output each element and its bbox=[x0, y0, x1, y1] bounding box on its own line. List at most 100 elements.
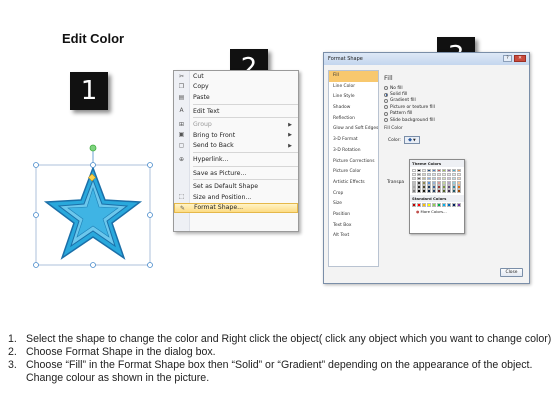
menu-item-set-as-default-shape[interactable]: Set as Default Shape bbox=[174, 181, 298, 192]
color-swatch[interactable] bbox=[446, 181, 452, 185]
color-swatch[interactable] bbox=[456, 172, 462, 177]
color-swatch[interactable] bbox=[416, 181, 422, 185]
color-swatch[interactable] bbox=[446, 168, 452, 173]
nav-item-artistic-effects[interactable]: Artistic Effects bbox=[329, 178, 378, 189]
color-swatch[interactable] bbox=[446, 185, 452, 189]
nav-item-crop[interactable]: Crop bbox=[329, 189, 378, 200]
selected-star-shape[interactable] bbox=[28, 140, 158, 270]
color-swatch[interactable] bbox=[441, 189, 447, 194]
color-swatch[interactable] bbox=[421, 189, 427, 194]
menu-item-send-to-back[interactable]: ▢ Send to Back ▶ bbox=[174, 141, 298, 152]
fill-option-slide-background-fill[interactable]: Slide background fill bbox=[384, 117, 527, 123]
nav-item-text-box[interactable]: Text Box bbox=[329, 221, 378, 232]
nav-item-line-style[interactable]: Line Style bbox=[329, 92, 378, 103]
radio-button[interactable] bbox=[384, 86, 388, 91]
color-swatch[interactable] bbox=[446, 176, 452, 181]
nav-item-picture-corrections[interactable]: Picture Corrections bbox=[329, 157, 378, 168]
radio-button[interactable] bbox=[384, 92, 388, 97]
nav-item-reflection[interactable]: Reflection bbox=[329, 114, 378, 125]
menu-item-bring-to-front[interactable]: ▣ Bring to Front ▶ bbox=[174, 130, 298, 141]
color-swatch[interactable] bbox=[431, 203, 437, 207]
color-swatch[interactable] bbox=[436, 172, 442, 177]
color-swatch[interactable] bbox=[412, 176, 417, 181]
color-swatch[interactable] bbox=[416, 189, 422, 194]
color-swatch[interactable] bbox=[441, 172, 447, 177]
color-swatch[interactable] bbox=[436, 185, 442, 189]
color-swatch[interactable] bbox=[426, 185, 432, 189]
color-swatch[interactable] bbox=[431, 176, 437, 181]
close-button[interactable]: Close bbox=[500, 268, 523, 277]
color-swatch[interactable] bbox=[416, 203, 422, 207]
radio-button[interactable] bbox=[384, 98, 388, 103]
color-swatch[interactable] bbox=[451, 203, 457, 207]
color-swatch[interactable] bbox=[431, 181, 437, 185]
color-swatch[interactable] bbox=[456, 185, 462, 189]
color-swatch[interactable] bbox=[416, 185, 422, 189]
color-swatch[interactable] bbox=[441, 176, 447, 181]
color-swatch[interactable] bbox=[426, 181, 432, 185]
star-graphic[interactable] bbox=[28, 140, 158, 270]
color-swatch[interactable] bbox=[421, 172, 427, 177]
color-swatch[interactable] bbox=[451, 176, 457, 181]
nav-item-line-color[interactable]: Line Color bbox=[329, 82, 378, 93]
color-swatch[interactable] bbox=[421, 185, 427, 189]
menu-item-size-and-position[interactable]: ⬚ Size and Position... bbox=[174, 192, 298, 203]
color-picker-button[interactable]: ◆ ▼ bbox=[403, 136, 420, 145]
color-swatch[interactable] bbox=[426, 203, 432, 207]
color-swatch[interactable] bbox=[416, 168, 422, 173]
color-swatch[interactable] bbox=[436, 176, 442, 181]
color-swatch[interactable] bbox=[436, 168, 442, 173]
color-swatch[interactable] bbox=[456, 176, 462, 181]
menu-item-edit-text[interactable]: A Edit Text bbox=[174, 106, 298, 117]
color-swatch[interactable] bbox=[456, 203, 462, 207]
radio-button[interactable] bbox=[384, 111, 388, 116]
nav-item-position[interactable]: Position bbox=[329, 210, 378, 221]
color-swatch[interactable] bbox=[412, 189, 417, 194]
color-swatch[interactable] bbox=[456, 189, 462, 194]
color-swatch[interactable] bbox=[451, 168, 457, 173]
radio-button[interactable] bbox=[384, 105, 388, 110]
menu-item-cut[interactable]: ✂ Cut bbox=[174, 71, 298, 82]
menu-item-format-shape[interactable]: ✎ Format Shape... bbox=[174, 202, 298, 214]
color-swatch[interactable] bbox=[446, 172, 452, 177]
color-swatch[interactable] bbox=[426, 189, 432, 194]
color-swatch[interactable] bbox=[412, 203, 417, 207]
color-swatch[interactable] bbox=[436, 189, 442, 194]
color-swatch[interactable] bbox=[436, 203, 442, 207]
color-swatch[interactable] bbox=[421, 181, 427, 185]
color-swatch[interactable] bbox=[436, 181, 442, 185]
color-swatch[interactable] bbox=[412, 181, 417, 185]
nav-item-alt-text[interactable]: Alt Text bbox=[329, 231, 378, 242]
menu-item-paste[interactable]: ▤ Paste bbox=[174, 92, 298, 103]
color-swatch[interactable] bbox=[451, 189, 457, 194]
color-swatch[interactable] bbox=[421, 176, 427, 181]
nav-item-fill[interactable]: Fill bbox=[329, 71, 378, 82]
color-swatch[interactable] bbox=[451, 185, 457, 189]
help-button[interactable]: ? bbox=[503, 55, 512, 62]
nav-item-3-d-format[interactable]: 3-D Format bbox=[329, 135, 378, 146]
close-window-button[interactable]: ✕ bbox=[514, 55, 526, 62]
color-swatch[interactable] bbox=[441, 181, 447, 185]
color-swatch[interactable] bbox=[446, 189, 452, 194]
color-swatch[interactable] bbox=[421, 203, 427, 207]
nav-item-3-d-rotation[interactable]: 3-D Rotation bbox=[329, 146, 378, 157]
nav-item-picture-color[interactable]: Picture Color bbox=[329, 167, 378, 178]
nav-item-size[interactable]: Size bbox=[329, 199, 378, 210]
nav-item-glow-and-soft-edges[interactable]: Glow and Soft Edges bbox=[329, 124, 378, 135]
color-swatch[interactable] bbox=[451, 181, 457, 185]
color-swatch[interactable] bbox=[451, 172, 457, 177]
color-swatch[interactable] bbox=[412, 172, 417, 177]
nav-item-shadow[interactable]: Shadow bbox=[329, 103, 378, 114]
color-swatch[interactable] bbox=[456, 181, 462, 185]
color-swatch[interactable] bbox=[416, 172, 422, 177]
color-swatch[interactable] bbox=[416, 176, 422, 181]
menu-item-save-as-picture[interactable]: Save as Picture... bbox=[174, 168, 298, 179]
color-swatch[interactable] bbox=[426, 168, 432, 173]
color-swatch[interactable] bbox=[441, 168, 447, 173]
color-swatch[interactable] bbox=[431, 172, 437, 177]
more-colors-option[interactable]: ● More Colors... bbox=[410, 208, 464, 214]
color-swatch[interactable] bbox=[421, 168, 427, 173]
color-swatch[interactable] bbox=[426, 176, 432, 181]
color-swatch[interactable] bbox=[431, 189, 437, 194]
color-swatch[interactable] bbox=[441, 203, 447, 207]
